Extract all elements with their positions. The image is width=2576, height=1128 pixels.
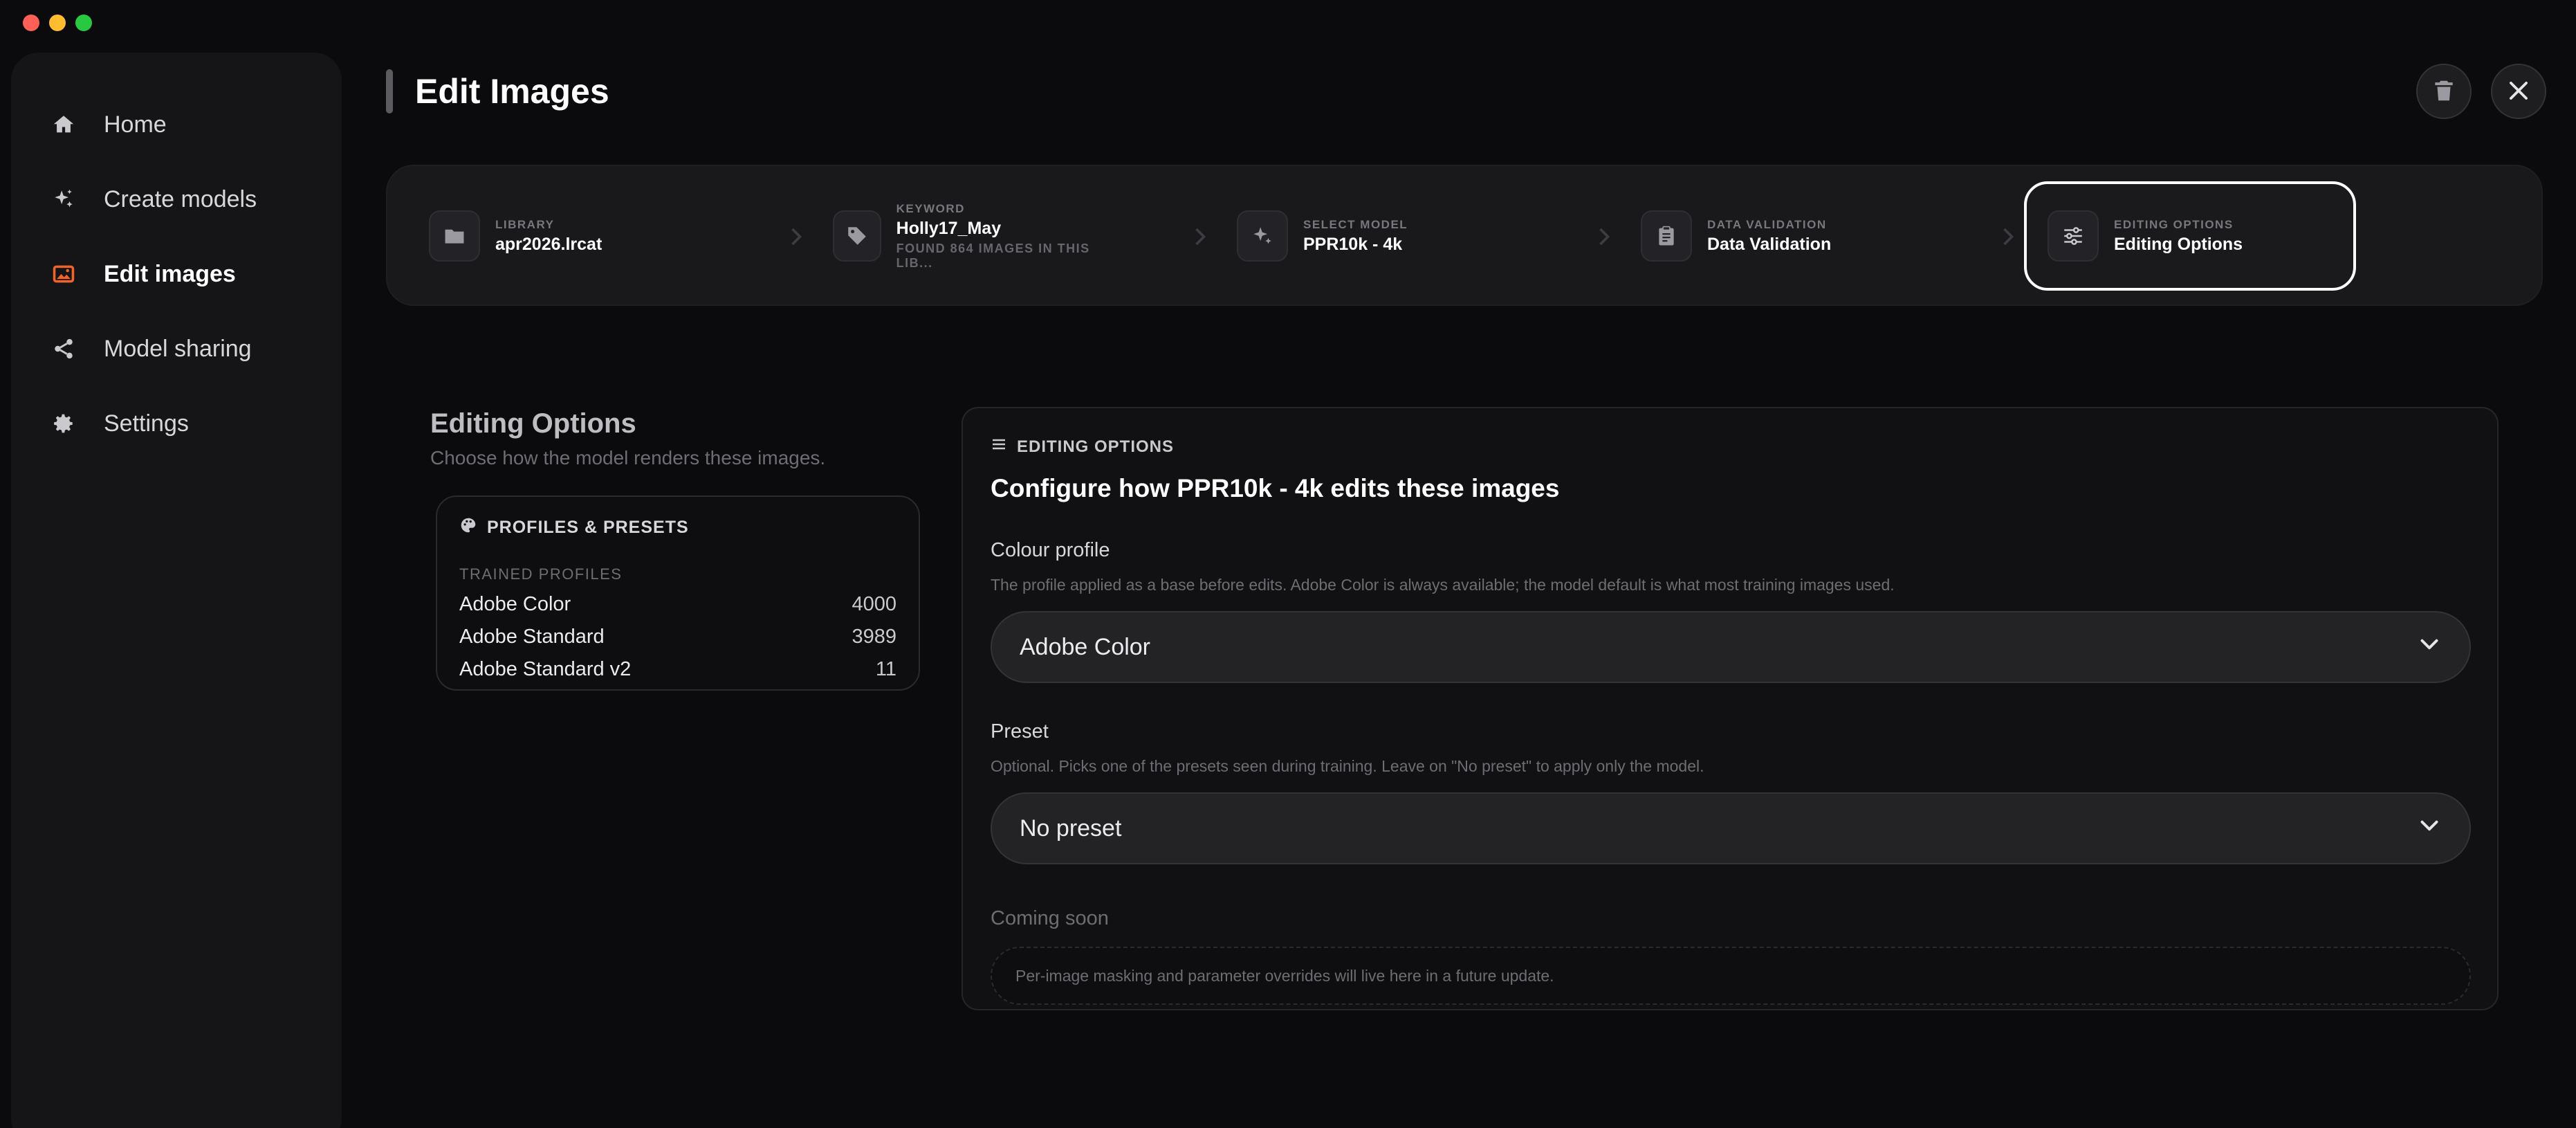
window-controls [23,15,92,31]
delete-button[interactable] [2416,64,2472,119]
panel-tag: EDITING OPTIONS [991,436,2469,457]
step-value: PPR10k - 4k [1303,234,1403,254]
step-value: Editing Options [2114,234,2243,254]
step-data-validation[interactable]: DATA VALIDATION Data Validation [1620,181,1924,291]
sidebar-item-model-sharing[interactable]: Model sharing [11,311,342,386]
profile-name: Adobe Color [459,593,571,615]
step-label: DATA VALIDATION [1707,217,1827,231]
chevron-right-icon [1998,223,2018,251]
main-content: Edit Images LIBRARY apr2026.lrcat KEYWOR… [342,0,2576,1128]
home-icon [50,111,77,138]
sidebar-item-settings[interactable]: Settings [11,386,342,461]
panel-title: Configure how PPR10k - 4k edits these im… [991,474,1560,502]
step-keyword[interactable]: KEYWORD Holly17_May FOUND 864 IMAGES IN … [812,181,1116,291]
step-value: Data Validation [1707,234,1832,254]
chevron-right-icon [1190,223,1211,251]
colour-profile-select[interactable]: Adobe Color [991,611,2471,683]
profile-count: 11 [875,658,896,680]
profile-row: Adobe Color 4000 [459,593,896,616]
chevron-right-icon [786,223,807,251]
minimize-window-button[interactable] [49,15,66,31]
trash-icon [2431,78,2457,106]
sidebar-item-label: Settings [104,410,189,437]
sidebar-item-label: Edit images [104,260,236,287]
sidebar-item-label: Model sharing [104,335,252,362]
preset-help: Optional. Picks one of the presets seen … [991,757,1704,775]
coming-soon-text: Per-image masking and parameter override… [1015,966,1554,985]
list-icon [991,436,1017,457]
chevron-right-icon [1594,223,1614,251]
editing-options-panel: EDITING OPTIONS Configure how PPR10k - 4… [962,407,2499,1010]
section-heading: Editing Options [430,408,636,439]
step-editing-options[interactable]: EDITING OPTIONS Editing Options [2024,181,2356,291]
card-title: PROFILES & PRESETS [487,518,689,537]
sidebar-item-label: Home [104,111,167,138]
workflow-stepper: LIBRARY apr2026.lrcat KEYWORD Holly17_Ma… [386,165,2543,306]
sidebar-item-edit-images[interactable]: Edit images [11,237,342,311]
preset-select[interactable]: No preset [991,792,2471,864]
palette-icon [459,516,487,539]
section-subheading: Choose how the model renders these image… [430,447,826,469]
tag-icon [833,210,881,262]
step-value: Holly17_May [896,218,1002,238]
close-button[interactable] [2491,64,2546,119]
page-title: Edit Images [415,72,609,111]
share-icon [50,335,77,363]
sliders-icon [2048,210,2099,262]
card-header: PROFILES & PRESETS [459,516,896,539]
profile-name: Adobe Standard [459,626,605,648]
close-icon [2505,78,2532,106]
sidebar: Home Create models Edit images Model sha… [11,53,342,1128]
profiles-presets-card: PROFILES & PRESETS TRAINED PROFILES Adob… [436,495,920,691]
select-value: No preset [1020,815,1122,842]
coming-soon-box: Per-image masking and parameter override… [991,947,2471,1005]
preset-label: Preset [991,720,1049,743]
sidebar-item-home[interactable]: Home [11,87,342,162]
sidebar-item-create-models[interactable]: Create models [11,162,342,237]
step-value: apr2026.lrcat [495,234,602,254]
chevron-down-icon [2417,813,2442,844]
step-label: LIBRARY [495,217,555,231]
panel-tag-label: EDITING OPTIONS [1017,437,1175,456]
close-window-button[interactable] [23,15,39,31]
chevron-down-icon [2417,632,2442,663]
zoom-window-button[interactable] [75,15,92,31]
step-library[interactable]: LIBRARY apr2026.lrcat [408,181,699,291]
trained-profiles-label: TRAINED PROFILES [459,565,623,583]
sparkles-icon [50,185,77,213]
profile-count: 4000 [852,593,896,615]
profile-count: 3989 [852,626,896,648]
folder-icon [429,210,480,262]
sparkles-icon [1237,210,1288,262]
profile-name: Adobe Standard v2 [459,658,632,680]
colour-profile-help: The profile applied as a base before edi… [991,576,1895,594]
coming-soon-label: Coming soon [991,907,1109,929]
profile-row: Adobe Standard v2 11 [459,658,896,681]
step-subtext: FOUND 864 IMAGES IN THIS LIB... [896,241,1090,270]
step-label: KEYWORD [896,201,965,215]
select-value: Adobe Color [1020,633,1151,660]
step-select-model[interactable]: SELECT MODEL PPR10k - 4k [1216,181,1520,291]
profile-row: Adobe Standard 3989 [459,626,896,648]
colour-profile-label: Colour profile [991,539,1110,561]
gear-icon [50,410,77,437]
title-accent-bar [386,69,393,113]
step-label: SELECT MODEL [1303,217,1408,231]
clipboard-icon [1641,210,1692,262]
image-icon [50,260,77,288]
sidebar-item-label: Create models [104,185,257,212]
step-label: EDITING OPTIONS [2114,217,2234,231]
